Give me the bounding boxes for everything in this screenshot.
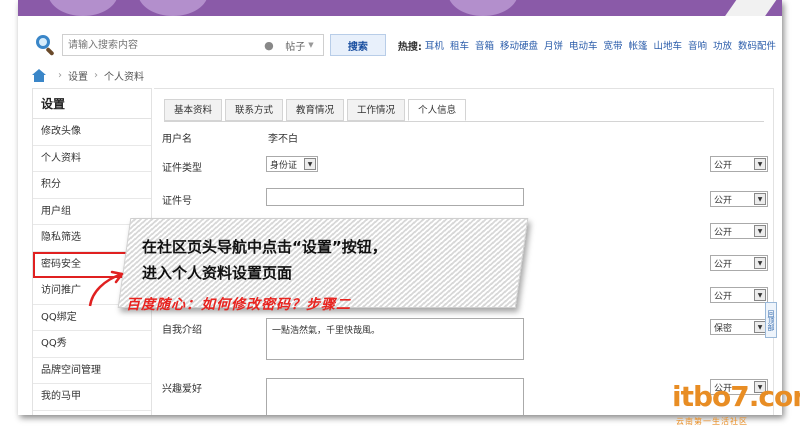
breadcrumb-settings[interactable]: 设置 bbox=[68, 68, 88, 83]
hot-search-link[interactable]: 宽带 bbox=[603, 38, 622, 52]
tab-education[interactable]: 教育情况 bbox=[286, 99, 345, 121]
chevron-down-icon: ▼ bbox=[754, 193, 766, 205]
sidebar-item-profile[interactable]: 个人资料 bbox=[33, 146, 151, 172]
search-input[interactable] bbox=[62, 34, 262, 56]
search-icon bbox=[34, 34, 56, 57]
hot-search-link[interactable]: 山地车 bbox=[654, 38, 683, 52]
hot-search-link[interactable]: 月饼 bbox=[544, 38, 563, 52]
hot-search-link[interactable]: 耳机 bbox=[425, 38, 444, 52]
bio-textarea[interactable]: 一點浩然氣，千里快哉風。 bbox=[266, 318, 524, 360]
id-number-label: 证件号 bbox=[162, 196, 192, 207]
chevron-down-icon: ▼ bbox=[308, 41, 314, 49]
id-type-value: 身份证 bbox=[270, 160, 298, 171]
privacy-value: 公开 bbox=[714, 195, 733, 206]
privacy-select-bio[interactable]: 保密 ▼ bbox=[710, 319, 768, 335]
home-icon[interactable] bbox=[32, 69, 46, 82]
id-type-select[interactable]: 身份证 ▼ bbox=[266, 156, 318, 172]
chevron-right-icon: › bbox=[58, 70, 62, 81]
privacy-value: 公开 bbox=[714, 227, 733, 238]
privacy-select-field-5[interactable]: 公开 ▼ bbox=[710, 287, 768, 303]
top-banner bbox=[18, 0, 782, 16]
search-type-label: 帖子 bbox=[285, 41, 306, 53]
sidebar-item-vest[interactable]: 我的马甲 bbox=[33, 384, 151, 411]
privacy-select-id-type[interactable]: 公开 ▼ bbox=[710, 156, 768, 172]
annotation-line-2: 进入个人资料设置页面 bbox=[142, 264, 293, 282]
breadcrumb-profile[interactable]: 个人资料 bbox=[104, 68, 144, 83]
chevron-down-icon: ▼ bbox=[754, 289, 766, 301]
hot-search-link[interactable]: 功放 bbox=[713, 38, 732, 52]
banner-decoration bbox=[448, 0, 518, 16]
hot-search-label: 热搜: bbox=[397, 41, 422, 53]
tab-divider bbox=[164, 121, 764, 122]
chevron-down-icon: ▼ bbox=[754, 225, 766, 237]
sidebar-item-points[interactable]: 积分 bbox=[33, 172, 151, 199]
microphone-icon[interactable]: ● bbox=[261, 34, 276, 56]
tab-work[interactable]: 工作情况 bbox=[347, 99, 406, 121]
privacy-select-field-3[interactable]: 公开 ▼ bbox=[710, 223, 768, 239]
hot-search-link[interactable]: 电动车 bbox=[569, 38, 598, 52]
hot-search-link[interactable]: 音箱 bbox=[475, 38, 494, 52]
bio-label: 自我介绍 bbox=[162, 325, 202, 336]
annotation-text: 在社区页头导航中点击“设置”按钮， 进入个人资料设置页面 bbox=[142, 234, 522, 286]
hot-search-link[interactable]: 数码配件 bbox=[738, 38, 776, 52]
back-to-top-button[interactable]: 回顶部 bbox=[765, 302, 777, 338]
hobby-label: 兴趣爱好 bbox=[162, 384, 202, 395]
search-bar: ● 帖子 ▼ 搜索 热搜: 耳机租车音箱移动硬盘月饼电动车宽带帐篷山地车音响功放… bbox=[34, 34, 782, 57]
banner-decoration bbox=[48, 0, 118, 16]
hobby-textarea[interactable] bbox=[266, 378, 524, 415]
site-watermark-tagline: 云南第一生活社区 bbox=[676, 417, 748, 426]
breadcrumb: › 设置 › 个人资料 bbox=[32, 68, 144, 83]
privacy-value: 公开 bbox=[714, 160, 733, 171]
id-type-label: 证件类型 bbox=[162, 163, 202, 174]
banner-decoration bbox=[138, 0, 208, 16]
username-label: 用户名 bbox=[162, 134, 192, 145]
profile-tabs: 基本资料 联系方式 教育情况 工作情况 个人信息 bbox=[164, 99, 469, 121]
privacy-select-id-number[interactable]: 公开 ▼ bbox=[710, 191, 768, 207]
privacy-value: 保密 bbox=[714, 323, 733, 334]
chevron-down-icon: ▼ bbox=[754, 257, 766, 269]
privacy-value: 公开 bbox=[714, 259, 733, 270]
privacy-select-field-4[interactable]: 公开 ▼ bbox=[710, 255, 768, 271]
tab-personal-info[interactable]: 个人信息 bbox=[408, 99, 467, 121]
site-watermark-logo: itbo7.com bbox=[672, 380, 800, 413]
hot-search-link[interactable]: 租车 bbox=[450, 38, 469, 52]
sidebar-title: 设置 bbox=[33, 89, 151, 119]
username-value: 李不白 bbox=[268, 134, 298, 145]
privacy-value: 公开 bbox=[714, 291, 733, 302]
chevron-down-icon: ▼ bbox=[754, 158, 766, 170]
id-number-input[interactable] bbox=[266, 188, 524, 206]
hot-search-link[interactable]: 音响 bbox=[688, 38, 707, 52]
sidebar-item-qq-show[interactable]: QQ秀 bbox=[33, 331, 151, 358]
hot-search-link[interactable]: 移动硬盘 bbox=[500, 38, 538, 52]
banner-decoration bbox=[719, 0, 781, 16]
search-button[interactable]: 搜索 bbox=[329, 34, 386, 56]
sidebar-item-brand-space[interactable]: 品牌空间管理 bbox=[33, 358, 151, 384]
browser-frame: ● 帖子 ▼ 搜索 热搜: 耳机租车音箱移动硬盘月饼电动车宽带帐篷山地车音响功放… bbox=[18, 0, 782, 415]
search-type-dropdown[interactable]: 帖子 ▼ bbox=[275, 34, 324, 56]
sidebar-item-avatar[interactable]: 修改头像 bbox=[33, 119, 151, 146]
hot-search-link[interactable]: 帐篷 bbox=[629, 38, 648, 52]
chevron-down-icon: ▼ bbox=[304, 158, 316, 170]
tab-basic-info[interactable]: 基本资料 bbox=[164, 99, 223, 121]
hot-search-list: 耳机 租车 音箱 移动硬盘 月饼 电动车 宽带 帐篷 山地车 音响 功放 数码配件 bbox=[425, 38, 782, 52]
tab-contact[interactable]: 联系方式 bbox=[225, 99, 284, 121]
annotation-line-1: 在社区页头导航中点击“设置”按钮， bbox=[142, 238, 387, 256]
annotation-subtitle: 百度随心：如何修改密码？步骤二 bbox=[126, 297, 351, 313]
chevron-right-icon: › bbox=[94, 70, 98, 81]
